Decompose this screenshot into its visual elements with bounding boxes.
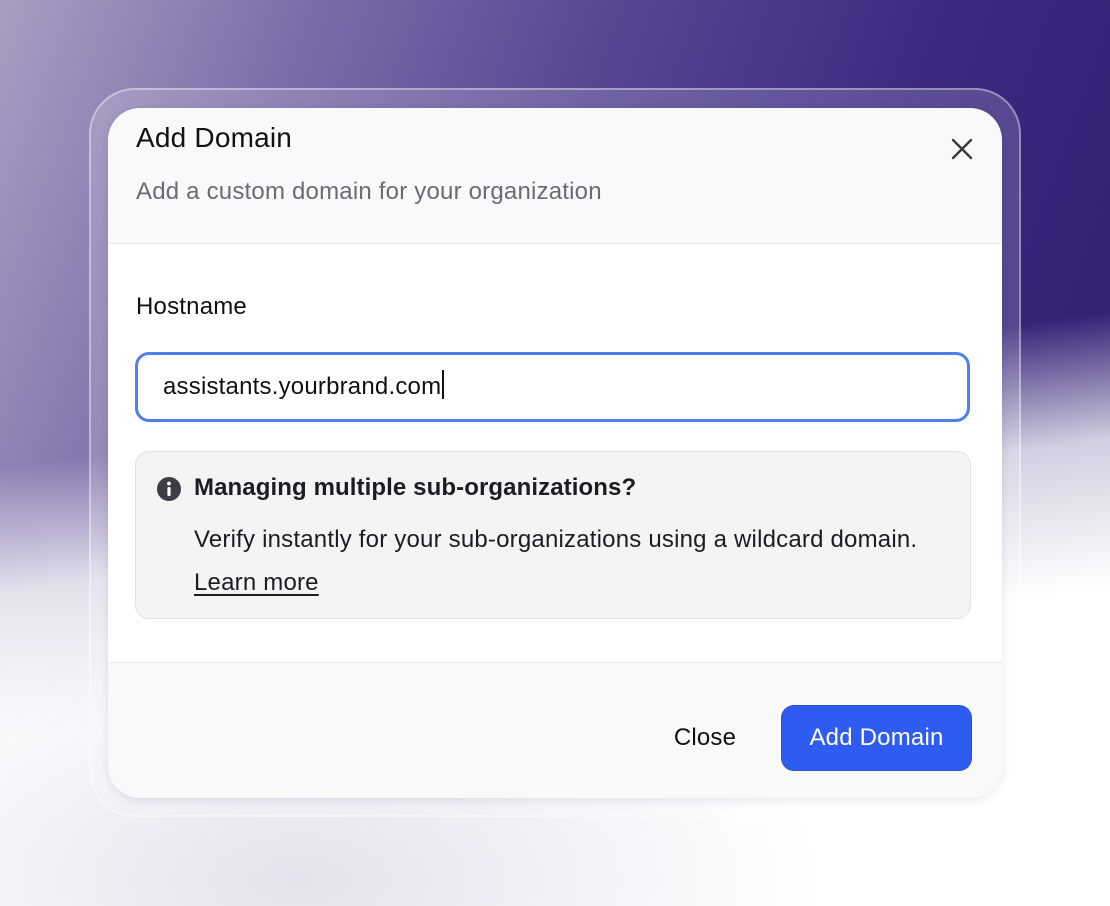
dialog-title: Add Domain — [136, 122, 293, 153]
close-button[interactable]: Close — [655, 706, 755, 770]
notice-body: Verify instantly for your sub-organizati… — [194, 526, 918, 553]
dialog-header: Add Domain Add a custom domain for your … — [108, 108, 1002, 244]
learn-more-link[interactable]: Learn more — [194, 569, 319, 596]
notice-text: Verify instantly for your sub-organizati… — [194, 518, 934, 604]
hostname-input[interactable]: assistants.yourbrand.com — [135, 352, 970, 422]
dialog-body: Hostname assistants.yourbrand.com Managi… — [108, 244, 1002, 663]
wildcard-notice: Managing multiple sub-organizations? Ver… — [135, 451, 971, 619]
add-domain-dialog: Add Domain Add a custom domain for your … — [108, 108, 1002, 798]
info-icon — [156, 476, 182, 502]
hostname-label: Hostname — [136, 293, 247, 320]
close-icon[interactable] — [948, 135, 976, 163]
dialog-footer: Close Add Domain — [108, 663, 1002, 798]
text-caret — [442, 370, 445, 399]
add-domain-button[interactable]: Add Domain — [782, 706, 971, 770]
dialog-subtitle: Add a custom domain for your organizatio… — [136, 178, 602, 205]
notice-title: Managing multiple sub-organizations? — [194, 474, 637, 501]
hostname-value: assistants.yourbrand.com — [163, 373, 442, 400]
